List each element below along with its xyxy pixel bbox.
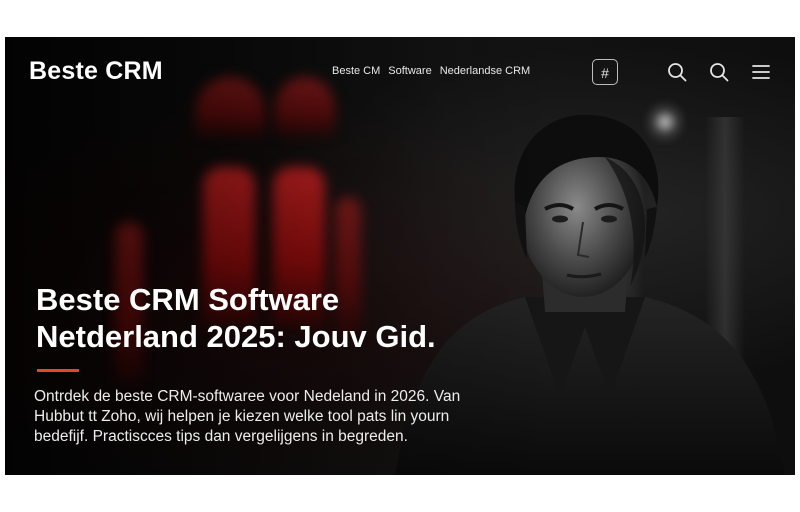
hero-banner: Beste CRM Beste CM Software Nederlandse …: [5, 37, 795, 475]
hash-button[interactable]: #: [592, 59, 618, 85]
search-icon[interactable]: [666, 61, 688, 83]
site-logo[interactable]: Beste CRM: [29, 57, 163, 86]
nav-item-beste-crm[interactable]: Beste CM: [332, 65, 380, 77]
hero-title: Beste CRM Software Netderland 2025: Jouv…: [36, 282, 436, 354]
accent-divider: [37, 369, 79, 372]
nav-item-nederlandse-crm[interactable]: Nederlandse CRM: [440, 65, 530, 77]
hero-description: Ontrdek de beste CRM-softwaree voor Nede…: [34, 388, 461, 445]
menu-icon[interactable]: [750, 61, 772, 83]
main-nav: Beste CM Software Nederlandse CRM: [332, 65, 530, 77]
search-icon[interactable]: [708, 61, 730, 83]
nav-item-software[interactable]: Software: [388, 65, 431, 77]
